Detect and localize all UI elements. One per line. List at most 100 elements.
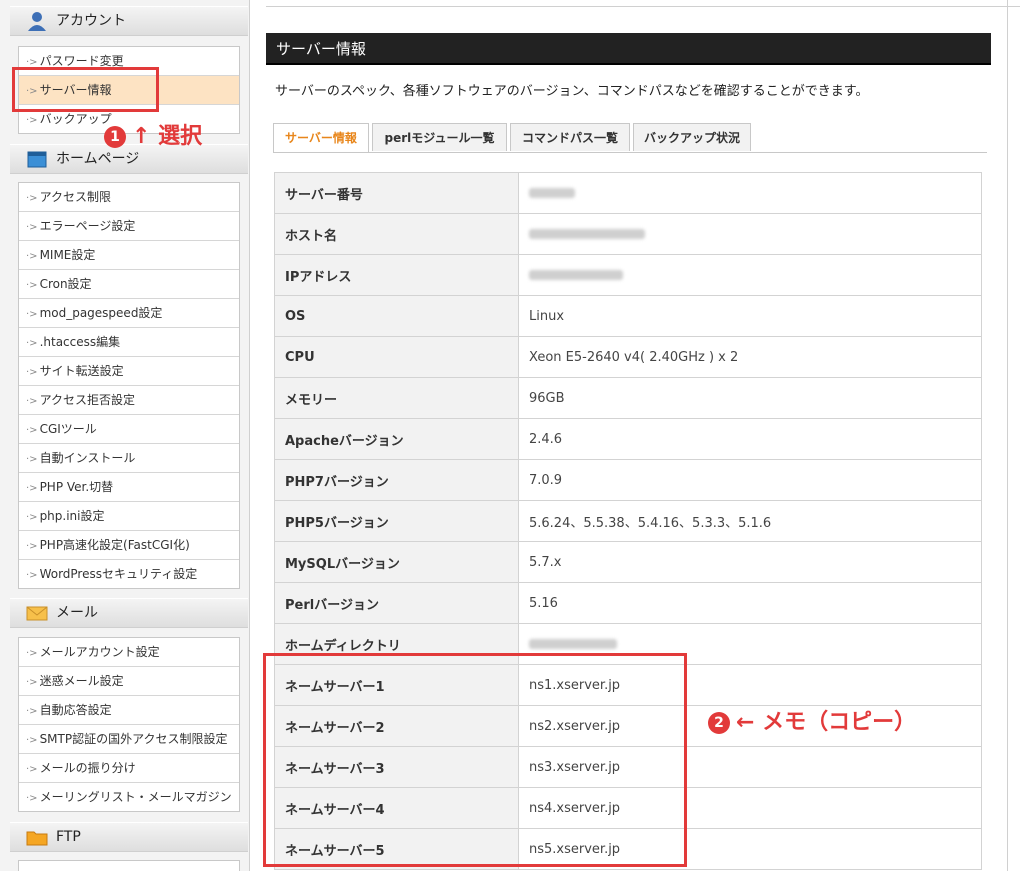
arrow-icon: ·> <box>26 454 38 465</box>
row-value-blurred <box>518 254 982 296</box>
annotation-step1: 1 ↑ 選択 <box>104 118 202 150</box>
table-row: Perlバージョン 5.16 <box>274 582 982 624</box>
sidebar-item-mail-account[interactable]: ·> メールアカウント設定 <box>19 638 239 667</box>
page-title: サーバー情報 <box>266 33 991 65</box>
row-label: サーバー番号 <box>274 172 519 214</box>
tab-command-paths[interactable]: コマンドパス一覧 <box>510 123 630 151</box>
sidebar-item-mime[interactable]: ·> MIME設定 <box>19 241 239 270</box>
arrow-icon: ·> <box>26 793 38 804</box>
sidebar-item-cron[interactable]: ·> Cron設定 <box>19 270 239 299</box>
table-row: PHP7バージョン 7.0.9 <box>274 459 982 501</box>
sidebar-item-cgi-tools[interactable]: ·> CGIツール <box>19 415 239 444</box>
sidebar-item-wordpress-security[interactable]: ·> WordPressセキュリティ設定 <box>19 560 239 588</box>
sidebar-divider <box>249 0 250 871</box>
row-label: メモリー <box>274 377 519 419</box>
row-label: CPU <box>274 336 519 378</box>
arrow-icon: ·> <box>26 570 38 581</box>
sidebar-item-mod-pagespeed[interactable]: ·> mod_pagespeed設定 <box>19 299 239 328</box>
arrow-icon: ·> <box>26 764 38 775</box>
page-border <box>1007 0 1008 871</box>
section-header-mail[interactable]: メール <box>10 598 248 628</box>
arrow-icon: ·> <box>26 706 38 717</box>
arrow-icon: ·> <box>26 735 38 746</box>
arrow-icon: ·> <box>26 222 38 233</box>
table-row: IPアドレス <box>274 254 982 296</box>
arrow-icon: ·> <box>26 367 38 378</box>
row-label: Perlバージョン <box>274 582 519 624</box>
annotation-text: ↑ 選択 <box>132 124 203 149</box>
row-label: Apacheバージョン <box>274 418 519 460</box>
arrow-icon: ·> <box>26 251 38 262</box>
arrow-icon: ·> <box>26 512 38 523</box>
tab-bar: サーバー情報 perlモジュール一覧 コマンドパス一覧 バックアップ状況 <box>273 123 987 153</box>
row-value: 5.16 <box>518 582 982 624</box>
step-number-badge: 1 <box>104 126 126 148</box>
arrow-icon: ·> <box>26 677 38 688</box>
sidebar-item-php-ini[interactable]: ·> php.ini設定 <box>19 502 239 531</box>
sidebar-item-smtp-restriction[interactable]: ·> SMTP認証の国外アクセス制限設定 <box>19 725 239 754</box>
sidebar-item-htaccess[interactable]: ·> .htaccess編集 <box>19 328 239 357</box>
tab-perl-modules[interactable]: perlモジュール一覧 <box>372 123 507 151</box>
row-value: 7.0.9 <box>518 459 982 501</box>
table-row: ホスト名 <box>274 213 982 255</box>
row-value: 5.6.24、5.5.38、5.4.16、5.3.3、5.1.6 <box>518 500 982 542</box>
arrow-icon: ·> <box>26 115 38 126</box>
sidebar-item-auto-reply[interactable]: ·> 自動応答設定 <box>19 696 239 725</box>
arrow-icon: ·> <box>26 396 38 407</box>
section-label: FTP <box>56 829 81 845</box>
section-header-account[interactable]: アカウント <box>10 6 248 36</box>
top-rule <box>266 6 1020 7</box>
sidebar-item-site-redirect[interactable]: ·> サイト転送設定 <box>19 357 239 386</box>
menu-ftp <box>18 860 240 871</box>
annotation-step2: 2 ← メモ（コピー） <box>708 704 916 736</box>
arrow-icon: ·> <box>26 425 38 436</box>
table-row: Apacheバージョン 2.4.6 <box>274 418 982 460</box>
arrow-icon: ·> <box>26 541 38 552</box>
arrow-icon: ·> <box>26 483 38 494</box>
row-value: Xeon E5-2640 v4( 2.40GHz ) x 2 <box>518 336 982 378</box>
tab-server-info[interactable]: サーバー情報 <box>273 123 369 152</box>
page-description: サーバーのスペック、各種ソフトウェアのバージョン、コマンドパスなどを確認すること… <box>275 84 869 99</box>
folder-icon <box>26 831 48 846</box>
sidebar-item-php-fastcgi[interactable]: ·> PHP高速化設定(FastCGI化) <box>19 531 239 560</box>
row-value-blurred <box>518 213 982 255</box>
sidebar-item-mail-filter[interactable]: ·> メールの振り分け <box>19 754 239 783</box>
row-label: ホスト名 <box>274 213 519 255</box>
table-row: PHP5バージョン 5.6.24、5.5.38、5.4.16、5.3.3、5.1.… <box>274 500 982 542</box>
table-row: MySQLバージョン 5.7.x <box>274 541 982 583</box>
table-row: メモリー 96GB <box>274 377 982 419</box>
envelope-icon <box>26 606 48 621</box>
user-icon <box>28 12 46 31</box>
annotation-text: ← メモ（コピー） <box>736 710 917 735</box>
arrow-icon: ·> <box>26 648 38 659</box>
table-row: CPU Xeon E5-2640 v4( 2.40GHz ) x 2 <box>274 336 982 378</box>
row-value: 5.7.x <box>518 541 982 583</box>
step-number-badge: 2 <box>708 712 730 734</box>
sidebar-item-access-restriction[interactable]: ·> アクセス制限 <box>19 183 239 212</box>
row-value-blurred <box>518 172 982 214</box>
sidebar-item-error-page[interactable]: ·> エラーページ設定 <box>19 212 239 241</box>
sidebar-item-access-deny[interactable]: ·> アクセス拒否設定 <box>19 386 239 415</box>
table-row: OS Linux <box>274 295 982 337</box>
row-value: 96GB <box>518 377 982 419</box>
row-value: 2.4.6 <box>518 418 982 460</box>
tab-backup-status[interactable]: バックアップ状況 <box>633 123 751 151</box>
highlight-box-nameservers <box>263 653 687 867</box>
sidebar-item-spam[interactable]: ·> 迷惑メール設定 <box>19 667 239 696</box>
menu-homepage: ·> アクセス制限 ·> エラーページ設定 ·> MIME設定 ·> Cron設定 ·>… <box>18 182 240 589</box>
table-row: サーバー番号 <box>274 172 982 214</box>
section-header-ftp[interactable]: FTP <box>10 822 248 852</box>
arrow-icon: ·> <box>26 338 38 349</box>
sidebar-item-mailing-list[interactable]: ·> メーリングリスト・メールマガジン <box>19 783 239 811</box>
window-icon <box>27 151 47 168</box>
row-label: PHP7バージョン <box>274 459 519 501</box>
section-label: メール <box>56 605 98 621</box>
section-label: アカウント <box>56 13 126 29</box>
row-label: MySQLバージョン <box>274 541 519 583</box>
row-label: PHP5バージョン <box>274 500 519 542</box>
arrow-icon: ·> <box>26 280 38 291</box>
sidebar-item-auto-install[interactable]: ·> 自動インストール <box>19 444 239 473</box>
menu-mail: ·> メールアカウント設定 ·> 迷惑メール設定 ·> 自動応答設定 ·> SMTP認証… <box>18 637 240 812</box>
arrow-icon: ·> <box>26 309 38 320</box>
sidebar-item-php-version[interactable]: ·> PHP Ver.切替 <box>19 473 239 502</box>
